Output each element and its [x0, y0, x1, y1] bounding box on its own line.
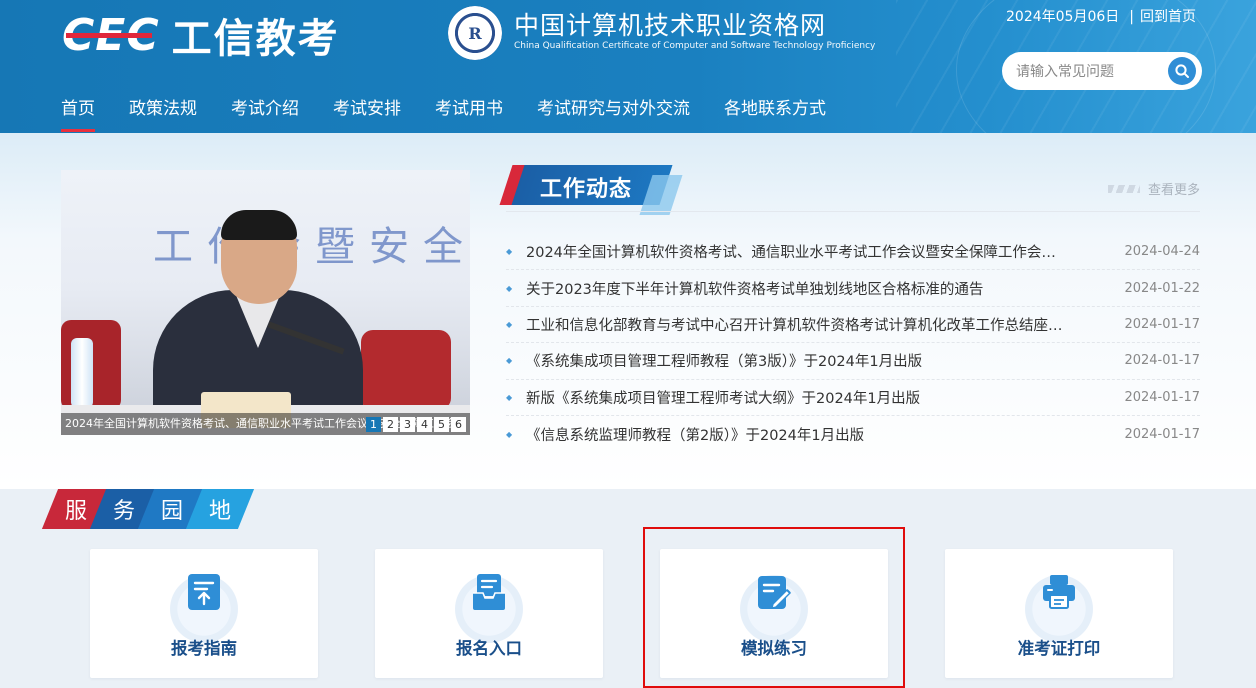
search-input[interactable]	[1016, 61, 1156, 81]
search-icon	[1175, 64, 1189, 78]
news-item-date: 2024-01-17	[1124, 353, 1200, 369]
bullet-icon: ◆	[506, 429, 513, 439]
news-item-date: 2024-01-17	[1124, 389, 1200, 405]
news-header: 工作动态 查看更多	[499, 163, 1200, 215]
slide-water-bottle	[71, 338, 93, 408]
slider-page-6[interactable]: 6	[451, 417, 466, 432]
news-more[interactable]: 查看更多	[1107, 179, 1200, 198]
card-label: 报名入口	[456, 639, 522, 658]
news-item-title[interactable]: 工业和信息化部教育与考试中心召开计算机软件资格考试计算机化改革工作总结座…	[526, 314, 1124, 335]
slider-page-4[interactable]: 4	[417, 417, 432, 432]
news-item-date: 2024-01-22	[1124, 280, 1200, 296]
nav-local-contacts[interactable]: 各地联系方式	[724, 96, 826, 132]
news-header-divider	[506, 211, 1200, 212]
service-title-tag: 服 务 园 地	[41, 489, 255, 529]
logo-mark: CEC	[62, 9, 160, 61]
news-item-title[interactable]: 2024年全国计算机软件资格考试、通信职业水平考试工作会议暨安全保障工作会…	[526, 241, 1124, 262]
news-list: ◆ 2024年全国计算机软件资格考试、通信职业水平考试工作会议暨安全保障工作会……	[506, 234, 1200, 452]
card-label: 报考指南	[171, 639, 237, 658]
news-title-tag: 工作动态	[499, 165, 683, 215]
bullet-icon: ◆	[506, 392, 513, 402]
site-title-en: China Qualification Certificate of Compu…	[514, 41, 876, 51]
news-item-date: 2024-04-24	[1124, 244, 1200, 260]
search-button[interactable]	[1168, 57, 1196, 85]
logo-text: 工信教考	[171, 16, 340, 62]
slide-banner-text: 工作会暨安全保	[153, 224, 470, 270]
news-item[interactable]: ◆ 《系统集成项目管理工程师教程（第3版）》于2024年1月出版 2024-01…	[506, 343, 1200, 380]
bullet-icon: ◆	[506, 356, 513, 366]
nav-home[interactable]: 首页	[61, 96, 95, 132]
site-title: 中国计算机技术职业资格网 China Qualification Certifi…	[514, 12, 875, 52]
highlight-box	[643, 527, 905, 688]
guide-upload-icon	[188, 574, 220, 610]
card-label: 准考证打印	[1017, 639, 1101, 658]
news-item[interactable]: ◆ 工业和信息化部教育与考试中心召开计算机软件资格考试计算机化改革工作总结座… …	[506, 307, 1200, 344]
news-item[interactable]: ◆ 《信息系统监理师教程（第2版）》于2024年1月出版 2024-01-17	[506, 416, 1200, 452]
service-title-char: 园	[160, 499, 183, 524]
nav-exam-books[interactable]: 考试用书	[435, 96, 503, 132]
site-title-cn: 中国计算机技术职业资格网	[514, 11, 827, 40]
slider-pagination: 1 2 3 4 5 6	[364, 417, 466, 432]
news-item-title[interactable]: 关于2023年度下半年计算机软件资格考试单独划线地区合格标准的通告	[526, 278, 1124, 299]
news-more-link[interactable]: 查看更多	[1148, 179, 1200, 198]
slider-page-5[interactable]: 5	[434, 417, 449, 432]
emblem-icon: R	[448, 6, 502, 60]
news-item-title[interactable]: 《信息系统监理师教程（第2版）》于2024年1月出版	[526, 424, 1124, 445]
bullet-icon: ◆	[506, 319, 513, 329]
registration-inbox-icon	[473, 574, 505, 610]
service-title-char: 地	[208, 499, 231, 524]
nav-policy[interactable]: 政策法规	[129, 96, 197, 132]
emblem-letter: R	[468, 23, 482, 43]
news-slider[interactable]: 工作会暨安全保 2024年全国计算机软件资格考试、通信职业水平考试工作会议暨安全…	[61, 170, 470, 435]
news-item-title[interactable]: 新版《系统集成项目管理工程师考试大纲》于2024年1月出版	[526, 387, 1124, 408]
date-separator: |	[1129, 9, 1134, 25]
site-header: CEC 工信教考 R 中国计算机技术职业资格网 China Qualificat…	[0, 0, 1256, 133]
service-card-exam-guide[interactable]: 报考指南	[90, 549, 318, 678]
nav-research-exchange[interactable]: 考试研究与对外交流	[537, 96, 690, 132]
service-title-char: 服	[64, 499, 87, 524]
search-box	[1002, 52, 1202, 90]
date-bar: 2024年05月06日 | 回到首页	[1006, 6, 1196, 26]
news-item-date: 2024-01-17	[1124, 316, 1200, 332]
slider-page-3[interactable]: 3	[400, 417, 415, 432]
nav-exam-intro[interactable]: 考试介绍	[231, 96, 299, 132]
news-item[interactable]: ◆ 新版《系统集成项目管理工程师考试大纲》于2024年1月出版 2024-01-…	[506, 380, 1200, 416]
printer-icon	[1043, 575, 1075, 609]
slide-chair-right	[361, 330, 451, 410]
slider-page-1[interactable]: 1	[366, 417, 381, 432]
news-item-date: 2024-01-17	[1124, 426, 1200, 442]
news-item[interactable]: ◆ 2024年全国计算机软件资格考试、通信职业水平考试工作会议暨安全保障工作会……	[506, 234, 1200, 271]
news-item[interactable]: ◆ 关于2023年度下半年计算机软件资格考试单独划线地区合格标准的通告 2024…	[506, 270, 1200, 307]
main-nav: 首页 政策法规 考试介绍 考试安排 考试用书 考试研究与对外交流 各地联系方式	[61, 96, 860, 132]
service-card-admission-print[interactable]: 准考证打印	[945, 549, 1173, 678]
bullet-icon: ◆	[506, 247, 513, 257]
news-title: 工作动态	[540, 177, 633, 202]
news-item-title[interactable]: 《系统集成项目管理工程师教程（第3版）》于2024年1月出版	[526, 350, 1124, 371]
slider-page-2[interactable]: 2	[383, 417, 398, 432]
bullet-icon: ◆	[506, 283, 513, 293]
slide-person-hair	[221, 210, 297, 240]
site-logo[interactable]: CEC 工信教考	[62, 9, 340, 63]
nav-exam-schedule[interactable]: 考试安排	[333, 96, 401, 132]
current-date: 2024年05月06日	[1006, 9, 1120, 25]
more-stripes-icon	[1107, 184, 1140, 193]
home-link[interactable]: 回到首页	[1140, 9, 1196, 25]
service-title-char: 务	[112, 499, 135, 524]
service-card-registration[interactable]: 报名入口	[375, 549, 603, 678]
